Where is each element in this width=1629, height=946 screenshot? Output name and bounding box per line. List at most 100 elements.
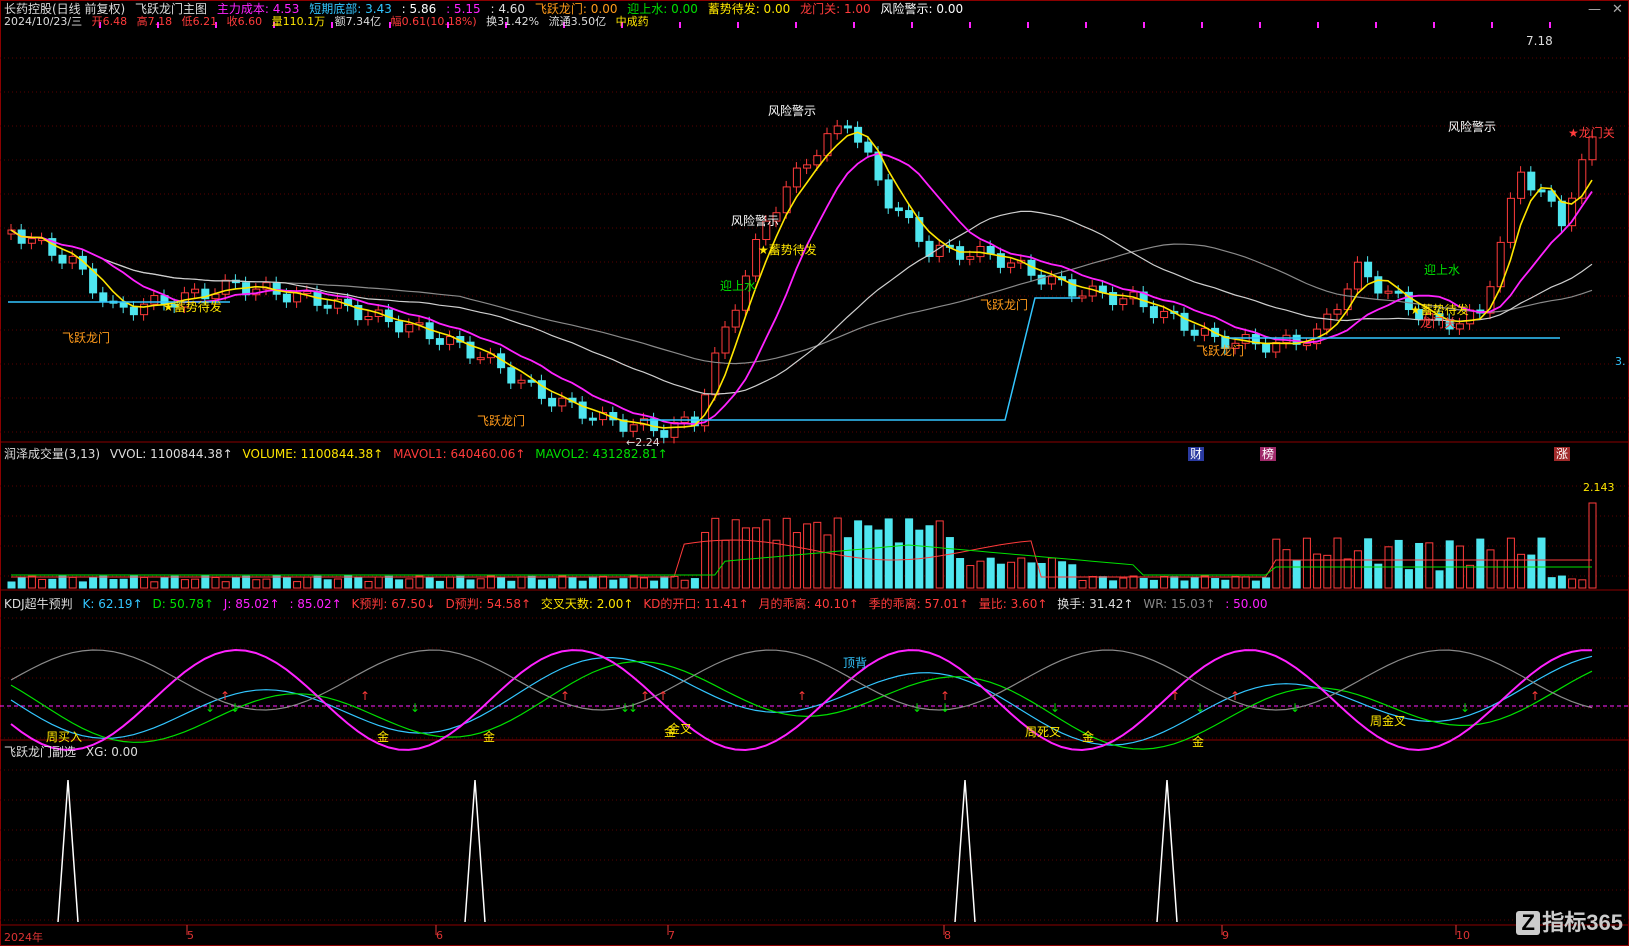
info-turnover: 换31.42%: [486, 15, 540, 28]
volume-bar: [833, 517, 842, 589]
volume-bar: [1588, 502, 1597, 589]
kdj-panel-title[interactable]: KDJ超牛预判: [4, 597, 73, 611]
info-close: 收6.60: [226, 15, 263, 28]
volume-bar: [456, 575, 465, 589]
info-high: 高7.18: [136, 15, 173, 28]
candle: [282, 293, 291, 303]
volume-bar: [1098, 576, 1107, 589]
candle: [1506, 197, 1515, 243]
volume-bar: [660, 576, 669, 589]
volume-bar: [1343, 558, 1352, 589]
volume-bar: [935, 520, 944, 589]
wr-value: WR: 15.03↑: [1143, 597, 1216, 611]
volume-bar: [180, 579, 189, 589]
volume-bar: [1496, 559, 1505, 589]
volume-bar: [1170, 576, 1179, 589]
candle: [517, 379, 526, 384]
marker-cai[interactable]: 财: [1188, 447, 1205, 461]
volume-bar: [476, 578, 485, 589]
volume-bar: [1404, 569, 1413, 589]
kdj-tag-7: 周死叉: [1025, 725, 1062, 739]
volume-bar: [242, 575, 251, 589]
down-arrow-icon: ↓: [1050, 701, 1060, 715]
minimize-icon[interactable]: —: [1588, 2, 1601, 17]
volume-bar: [650, 580, 659, 589]
volume-bar: [364, 580, 373, 589]
signal-longmen-2: ★龙门关: [1568, 126, 1615, 140]
volume-bar: [1262, 577, 1271, 589]
kdj-tag-2: 金: [377, 730, 390, 744]
volume-bar: [956, 558, 965, 589]
volume-bar: [1251, 580, 1260, 589]
sub-panel-header: 飞跃龙门副选 XG: 0.00: [4, 744, 144, 760]
volume-bar: [1211, 578, 1220, 589]
candle: [1078, 295, 1087, 299]
candle: [548, 397, 557, 407]
k-predict-value: K预判: 67.50↓: [351, 597, 436, 611]
volume-value: VOLUME: 1100844.38↑: [242, 447, 384, 461]
season-deviation-value: 季的乖离: 57.01↑: [868, 597, 969, 611]
volume-bar: [405, 578, 414, 589]
volume-bar: [1466, 564, 1475, 589]
candle: [1353, 261, 1362, 290]
volume-bar: [486, 575, 495, 589]
info-industry: 中成药: [615, 15, 649, 28]
kdj-tag-1: 周买入: [46, 730, 83, 744]
candle: [405, 323, 414, 333]
volume-bar: [782, 517, 791, 589]
signal-feiyue-2: 飞跃龙门: [477, 414, 526, 428]
marker-zhang[interactable]: 涨: [1554, 447, 1571, 461]
chart-frame: [0, 0, 1629, 946]
volume-bar: [670, 575, 679, 589]
volume-bar: [425, 577, 434, 589]
candle: [956, 246, 965, 260]
sub-panel-title[interactable]: 飞跃龙门副选: [4, 745, 76, 759]
cross-days-value: 交叉天数: 2.00↑: [540, 597, 634, 611]
volume-bar: [129, 575, 138, 589]
volume-bar: [1578, 579, 1587, 589]
volume-bar: [1129, 575, 1138, 589]
kdj-tag-5: 金叉: [668, 722, 693, 736]
volume-bar: [323, 579, 332, 589]
volume-bar: [466, 579, 475, 589]
candle: [27, 238, 36, 244]
candle: [731, 309, 740, 328]
kd-open-value: KD的开口: 11.41↑: [643, 597, 749, 611]
volume-bar: [1149, 579, 1158, 589]
volume-bar: [1394, 539, 1403, 589]
candle: [721, 326, 730, 354]
volume-bar: [507, 580, 516, 589]
volume-bar: [140, 576, 149, 589]
chart-canvas[interactable]: ↓ ↓ ↓ ↓↓ ↓ ↓ ↓ ↓ ↓ ↓↑ ↑ ↑ ↑ ↑ ↑ ↑ ↑ ↑ ↑: [0, 0, 1629, 946]
candle: [1333, 309, 1342, 315]
candle: [435, 338, 444, 345]
volume-bar: [864, 525, 873, 589]
volume-bar: [986, 557, 995, 589]
volume-bar: [823, 534, 832, 589]
volume-bar: [813, 521, 822, 589]
volume-bar: [680, 579, 689, 589]
candle: [986, 246, 995, 255]
volume-bar: [1088, 576, 1097, 589]
volume-bar: [1292, 559, 1301, 589]
volume-bar: [1078, 580, 1087, 589]
candle: [303, 291, 312, 295]
candle: [711, 352, 720, 396]
volume-bar: [1068, 564, 1077, 589]
volume-panel-header: 润泽成交量(3,13) VVOL: 1100844.38↑ VOLUME: 11…: [4, 446, 674, 462]
candle: [1047, 276, 1056, 285]
close-icon[interactable]: ✕: [1612, 2, 1623, 17]
brand-logo[interactable]: Z 指标365: [1516, 905, 1623, 937]
volume-bar: [629, 575, 638, 589]
up-arrow-icon: ↑: [658, 689, 668, 703]
volume-bar: [99, 575, 108, 589]
candle: [1374, 276, 1383, 294]
candle: [1068, 279, 1077, 297]
up-arrow-icon: ↑: [360, 689, 370, 703]
xg-value: XG: 0.00: [85, 745, 138, 759]
high-price-label: 7.18: [1526, 34, 1553, 48]
right-edge-label: 3.: [1615, 355, 1626, 368]
marker-bang[interactable]: 榜: [1260, 447, 1277, 461]
volume-panel-title[interactable]: 润泽成交量(3,13): [4, 447, 100, 461]
volume-bar: [854, 520, 863, 589]
